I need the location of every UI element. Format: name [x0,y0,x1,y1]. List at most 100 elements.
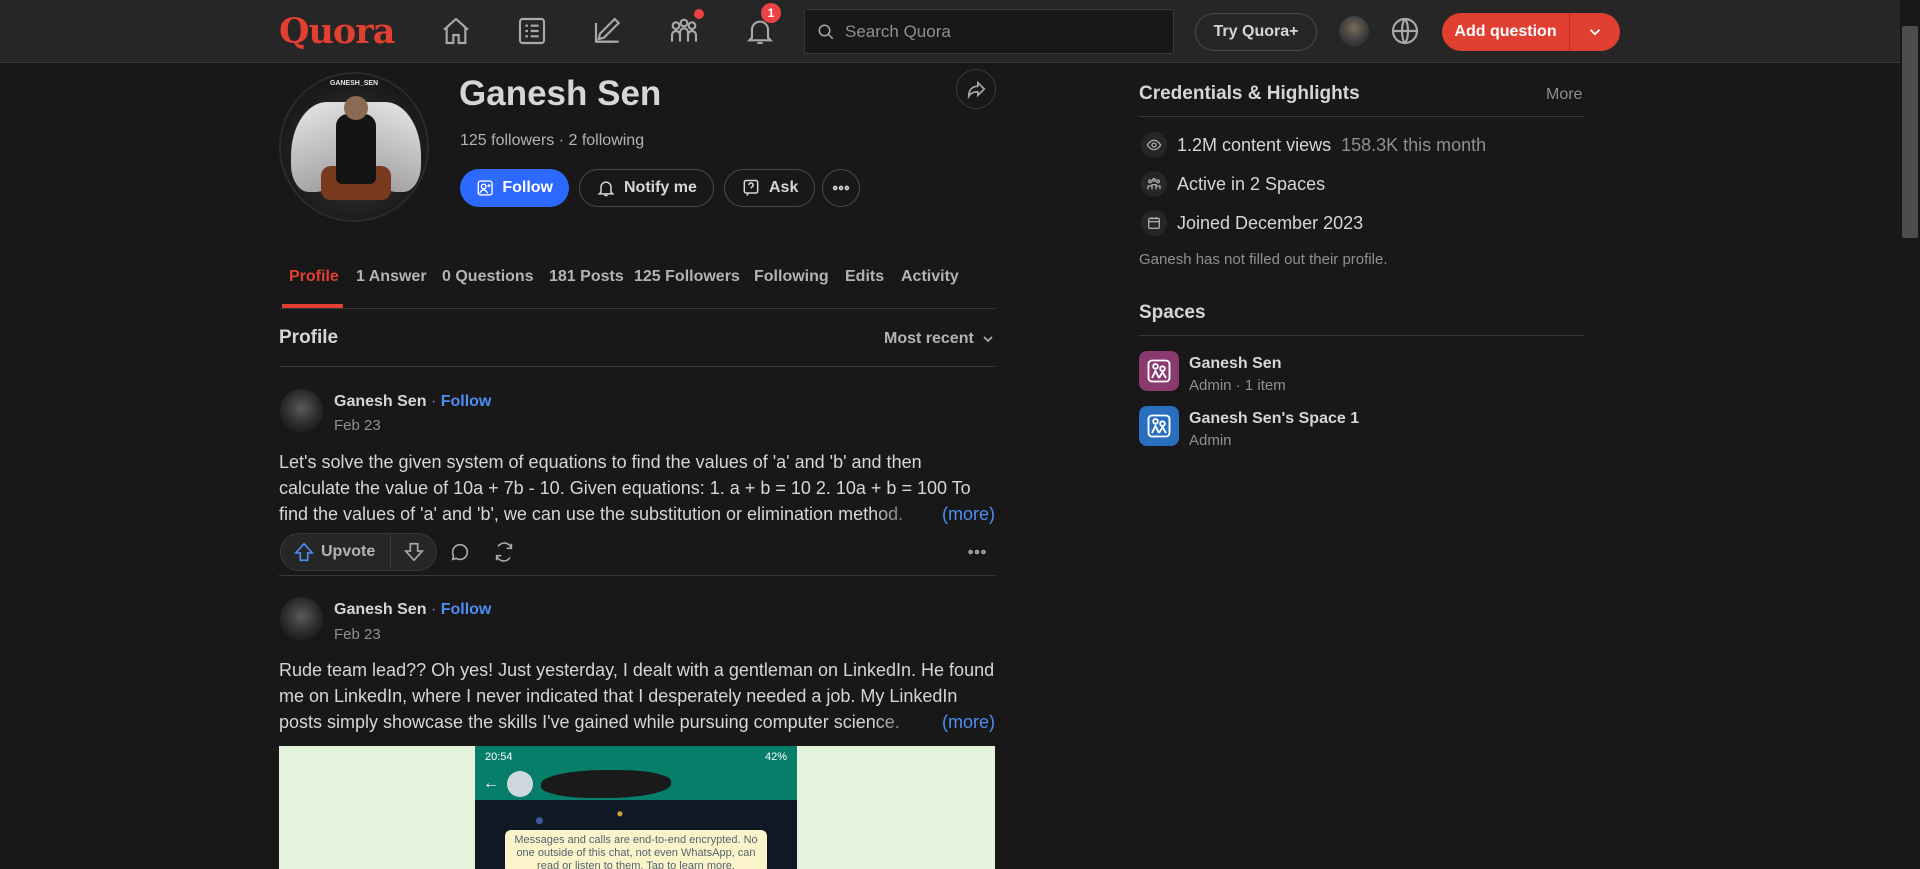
tab-profile[interactable]: Profile [289,268,339,286]
credentials-title: Credentials & Highlights [1139,83,1360,104]
space-subtitle: Admin · 1 item [1189,377,1286,394]
home-icon[interactable] [436,11,476,51]
try-quora-plus-button[interactable]: Try Quora+ [1195,13,1317,51]
post-date[interactable]: Feb 23 [334,626,381,643]
back-arrow-icon: ← [483,775,499,792]
divider [1139,116,1584,117]
post-body[interactable]: Rude team lead?? Oh yes! Just yesterday,… [279,657,995,735]
post-actions: Upvote [280,533,995,571]
space-icon[interactable] [1139,406,1179,446]
credentials-more-link[interactable]: More [1546,86,1582,104]
tab-answers[interactable]: 1 Answer [356,268,427,286]
space-icon[interactable] [1139,351,1179,391]
top-navigation-bar: Quora 1 Try Quora+ Add question [0,0,1900,63]
post-date[interactable]: Feb 23 [334,417,381,434]
profile-more-button[interactable] [822,169,860,207]
user-avatar[interactable] [1339,16,1369,46]
tab-questions[interactable]: 0 Questions [442,268,534,286]
share-repost-icon[interactable] [492,540,516,564]
comment-icon[interactable] [448,540,472,564]
add-question-dropdown[interactable] [1570,23,1620,41]
notifications-badge: 1 [761,3,781,23]
phone-battery: 42% [764,751,787,763]
answer-pencil-icon[interactable] [588,11,628,51]
chevron-down-icon [983,336,993,343]
post-follow-link[interactable]: Follow [441,601,492,618]
add-question-label: Add question [1442,13,1570,51]
upvote-label: Upvote [321,543,376,560]
avatar-head [344,96,368,120]
page-scrollbar-thumb[interactable] [1902,26,1918,238]
post-more-link[interactable]: (more) [872,709,995,735]
phone-status-bar: 20:54 42% [475,746,797,768]
space-name[interactable]: Ganesh Sen [1189,355,1281,373]
bell-icon [597,181,615,197]
spaces-title: Spaces [1139,302,1206,323]
chevron-down-icon [1589,29,1601,36]
redacted-name [541,770,671,798]
tab-edits[interactable]: Edits [845,268,884,286]
search-box[interactable] [804,9,1174,54]
search-input[interactable] [845,21,1145,42]
share-arrow-icon [967,80,986,100]
follow-button[interactable]: Follow [460,169,569,207]
share-profile-button[interactable] [956,69,996,109]
avatar-figure [336,114,376,184]
post-author-avatar[interactable] [280,597,323,640]
feed-section-title: Profile [279,327,339,348]
upvote-button[interactable]: Upvote [281,534,391,570]
tab-posts[interactable]: 181 Posts [549,268,624,286]
tab-following[interactable]: Following [754,268,829,286]
ask-label: Ask [769,179,799,196]
encryption-notice: Messages and calls are end-to-end encryp… [505,830,767,869]
following-feed-icon[interactable] [512,11,552,51]
post-author-avatar[interactable] [280,389,323,432]
chat-header: ← [475,768,797,800]
tab-followers[interactable]: 125 Followers [634,268,740,286]
post-author-line: Ganesh Sen · Follow [334,601,491,619]
search-icon [818,24,834,39]
phone-screenshot: 20:54 42% ← Messages and calls are end-t… [475,746,797,869]
profile-photo[interactable]: GANESH_SEN [279,72,429,222]
phone-time: 20:54 [485,751,513,763]
language-globe-icon[interactable] [1385,11,1425,51]
post-follow-link[interactable]: Follow [441,393,492,410]
avatar-caption: GANESH_SEN [329,80,379,87]
post-more-options-icon[interactable] [965,540,989,564]
profile-empty-note: Ganesh has not filled out their profile. [1139,251,1388,268]
separator-dot: · [430,393,437,410]
ellipsis-icon [832,185,850,191]
ask-question-icon [743,179,759,196]
calendar-icon [1141,210,1167,236]
spaces-active-row: Active in 2 Spaces [1141,171,1325,197]
notify-me-button[interactable]: Notify me [579,169,714,207]
content-views-month: 158.3K this month [1341,134,1487,155]
follow-label: Follow [502,179,553,196]
active-tab-indicator [282,304,343,308]
post-more-link[interactable]: (more) [872,501,995,527]
quora-logo[interactable]: Quora [279,11,395,52]
post-image[interactable]: 20:54 42% ← Messages and calls are end-t… [279,746,995,869]
downvote-button[interactable] [391,541,436,563]
space-name[interactable]: Ganesh Sen's Space 1 [1189,410,1359,428]
profile-name: Ganesh Sen [459,74,662,113]
spaces-unread-dot [694,9,704,19]
sort-dropdown[interactable]: Most recent [884,330,996,348]
vote-group: Upvote [280,533,437,571]
notify-me-label: Notify me [624,179,697,196]
follow-person-icon [477,180,493,196]
joined-row: Joined December 2023 [1141,210,1363,236]
post-body[interactable]: Let's solve the given system of equation… [279,449,995,527]
follower-counts[interactable]: 125 followers · 2 following [460,132,644,150]
spaces-icon [1141,171,1167,197]
divider [279,575,995,576]
post-author-name[interactable]: Ganesh Sen [334,601,426,618]
add-question-button[interactable]: Add question [1442,13,1620,51]
post-text: Let's solve the given system of equation… [279,452,971,524]
eye-icon [1141,132,1167,158]
spaces-active-text: Active in 2 Spaces [1177,173,1326,194]
ask-button[interactable]: Ask [724,169,816,207]
sort-label: Most recent [884,330,974,347]
post-author-name[interactable]: Ganesh Sen [334,393,426,410]
tab-activity[interactable]: Activity [901,268,959,286]
